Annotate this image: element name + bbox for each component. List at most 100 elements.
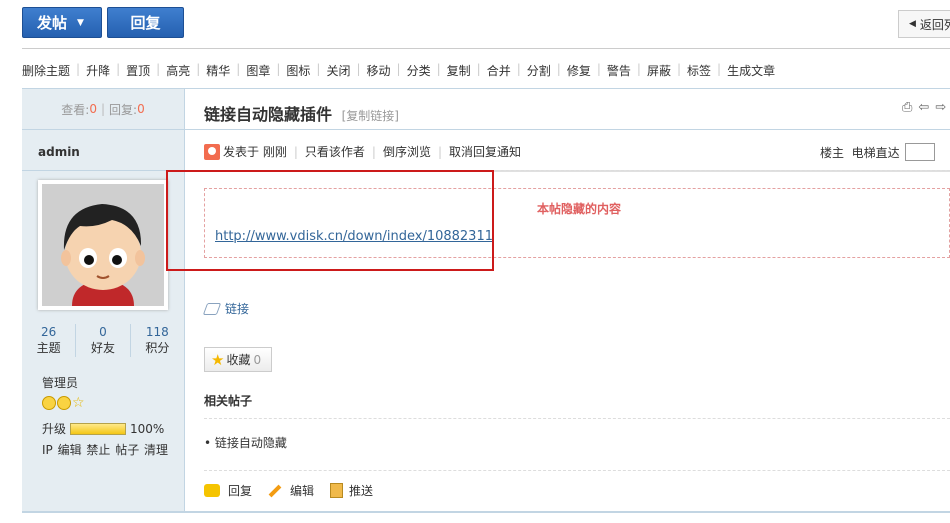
- floor-jump-input[interactable]: [904, 143, 935, 161]
- related-thread-link[interactable]: • 链接自动隐藏: [204, 434, 287, 451]
- mod-action-14[interactable]: 警告: [607, 62, 631, 79]
- moderation-toolbar: 删除主题 | 升降 | 置顶 | 高亮 | 精华 | 图章 | 图标 | 关闭 | 移动 | 分类 | 复制 | 合并 | 分割…: [22, 62, 775, 79]
- mod-action-15[interactable]: 屏蔽: [647, 62, 671, 79]
- edit-action[interactable]: 编辑: [268, 482, 314, 499]
- only-author-link[interactable]: 只看该作者: [305, 143, 365, 160]
- back-label: 返回列: [919, 17, 950, 32]
- toolbar-separator: |: [596, 62, 601, 76]
- mod-action-7[interactable]: 关闭: [326, 62, 350, 79]
- toolbar-separator: |: [717, 62, 722, 76]
- toolbar-separator: |: [196, 62, 201, 76]
- title-tools: ⎙ ⇦ ⇨: [902, 100, 946, 115]
- mod-action-8[interactable]: 移动: [367, 62, 391, 79]
- profile-stats: 26 主题 0 好友 118 积分: [22, 324, 184, 357]
- mod-action-13[interactable]: 修复: [567, 62, 591, 79]
- mod-action-12[interactable]: 分割: [527, 62, 551, 79]
- next-thread-icon[interactable]: ⇨: [935, 100, 946, 115]
- author-divider: [22, 170, 184, 171]
- mod-action-5[interactable]: 图章: [246, 62, 270, 79]
- info-separator: |: [293, 144, 298, 159]
- stat-points[interactable]: 118 积分: [131, 324, 184, 357]
- sun-icon: [57, 396, 71, 410]
- user-rank[interactable]: 管理员: [42, 374, 78, 391]
- toolbar-separator: |: [516, 62, 521, 76]
- mod-action-4[interactable]: 精华: [206, 62, 230, 79]
- mod-action-1[interactable]: 升降: [86, 62, 110, 79]
- cancel-notify-link[interactable]: 取消回复通知: [449, 143, 521, 160]
- favorite-count: 0: [253, 352, 262, 367]
- mod-action-3[interactable]: 高亮: [166, 62, 190, 79]
- print-icon[interactable]: ⎙: [902, 100, 912, 115]
- online-status-icon: [204, 143, 220, 160]
- post-button[interactable]: 发帖 ▼: [22, 7, 102, 38]
- replies-label: 回复:: [109, 102, 138, 117]
- star-icon: ☆: [72, 395, 85, 411]
- thread-stats: 查看: 0 | 回复: 0: [22, 89, 184, 130]
- mod-action-2[interactable]: 置顶: [126, 62, 150, 79]
- mod-action-9[interactable]: 分类: [407, 62, 431, 79]
- stat-threads[interactable]: 26 主题: [22, 324, 77, 357]
- stats-separator: |: [100, 102, 106, 116]
- tag-icon: [202, 302, 222, 315]
- upgrade-progress: 升级 100%: [42, 420, 164, 437]
- toolbar-separator: |: [556, 62, 561, 76]
- info-separator: |: [437, 144, 443, 159]
- avatar-cartoon-image: [42, 184, 164, 306]
- author-name[interactable]: admin: [38, 145, 80, 159]
- mod-action-0[interactable]: 删除主题: [22, 62, 70, 79]
- highlight-annotation: [166, 170, 494, 271]
- tag-label: 链接: [225, 302, 250, 316]
- info-separator: |: [371, 144, 376, 159]
- stat-label: 积分: [145, 341, 170, 355]
- toolbar-separator: |: [396, 62, 401, 76]
- actions-divider: [204, 470, 950, 472]
- related-divider: [204, 418, 950, 420]
- favorite-button[interactable]: ★ 收藏 0: [204, 347, 272, 372]
- stat-label: 好友: [90, 341, 115, 355]
- post-button-label: 发帖: [37, 14, 68, 32]
- related-threads-heading: 相关帖子: [204, 394, 253, 408]
- stat-value: 26: [41, 325, 57, 339]
- mod-action-6[interactable]: 图标: [286, 62, 310, 79]
- thread-title: 链接自动隐藏插件: [204, 105, 333, 124]
- toolbar-separator: |: [116, 62, 121, 76]
- toolbar-separator: |: [316, 62, 321, 76]
- back-to-list-button[interactable]: ◀ 返回列: [898, 10, 950, 38]
- toolbar-separator: |: [476, 62, 481, 76]
- reply-action[interactable]: 回复: [204, 482, 252, 499]
- avatar[interactable]: [38, 180, 168, 310]
- hidden-content-title: 本帖隐藏的内容: [537, 202, 622, 216]
- toolbar-separator: |: [676, 62, 681, 76]
- reply-button[interactable]: 回复: [107, 7, 184, 38]
- mod-action-10[interactable]: 复制: [447, 62, 471, 79]
- chevron-left-icon: ◀: [909, 19, 916, 29]
- chevron-down-icon: ▼: [77, 17, 84, 28]
- post-info-bar: 发表于 刚刚 | 只看该作者 | 倒序浏览 | 取消回复通知: [204, 143, 521, 160]
- post-tag[interactable]: 链接: [202, 300, 250, 317]
- toolbar-separator: |: [236, 62, 241, 76]
- favorite-label: 收藏: [226, 353, 251, 367]
- stat-value: 118: [145, 325, 169, 339]
- toolbar-separator: |: [356, 62, 361, 76]
- reply-action-label: 回复: [228, 484, 253, 498]
- mod-action-16[interactable]: 标签: [687, 62, 711, 79]
- copy-link[interactable]: [复制链接]: [342, 109, 399, 123]
- pencil-icon: [268, 484, 282, 497]
- posted-time: 刚刚: [262, 145, 287, 159]
- stat-friends[interactable]: 0 好友: [76, 324, 131, 357]
- prev-thread-icon[interactable]: ⇦: [918, 100, 929, 115]
- toolbar-separator: |: [276, 62, 281, 76]
- mod-action-11[interactable]: 合并: [487, 62, 511, 79]
- star-icon: ★: [211, 350, 225, 369]
- push-action[interactable]: 推送: [330, 482, 373, 499]
- toolbar-separator: |: [76, 62, 81, 76]
- reverse-order-link[interactable]: 倒序浏览: [383, 143, 431, 160]
- upgrade-bar: [70, 422, 127, 435]
- stat-value: 0: [99, 325, 107, 339]
- replies-count: 0: [137, 102, 145, 116]
- mod-action-17[interactable]: 生成文章: [727, 62, 775, 79]
- upgrade-label: 升级: [42, 422, 67, 436]
- rank-stars: ☆: [42, 396, 85, 410]
- user-admin-links[interactable]: IP 编辑 禁止 帖子 清理: [42, 441, 168, 458]
- title-divider: [185, 129, 950, 130]
